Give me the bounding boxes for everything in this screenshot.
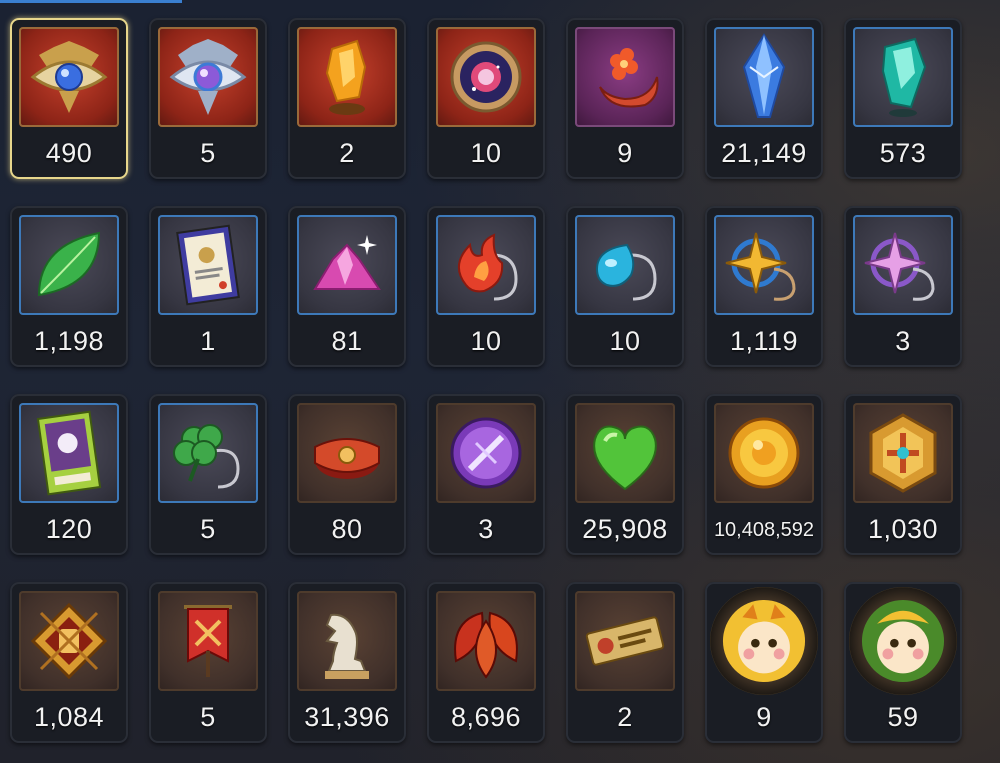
item-count: 81: [331, 326, 363, 356]
gold-star-pendant-icon: [714, 215, 814, 315]
item-count: 573: [879, 138, 927, 168]
inventory-item[interactable]: 1,119: [705, 206, 823, 367]
inventory-item[interactable]: 10: [566, 206, 684, 367]
clover-pendant-icon: [158, 403, 258, 503]
green-ticket-card-icon: [19, 403, 119, 503]
item-count: 9: [617, 138, 633, 168]
inventory-item[interactable]: 573: [844, 18, 962, 179]
inventory-item[interactable]: 10: [427, 18, 545, 179]
inventory-item[interactable]: 5: [149, 394, 267, 555]
item-count: 1,084: [33, 702, 105, 732]
item-count: 8,696: [450, 702, 522, 732]
item-count: 490: [45, 138, 93, 168]
blue-crystal-icon: [714, 27, 814, 127]
green-leaf-icon: [19, 215, 119, 315]
inventory-item[interactable]: 1,198: [10, 206, 128, 367]
certificate-card-icon: [158, 215, 258, 315]
item-count: 31,396: [304, 702, 390, 732]
inventory-item[interactable]: 9: [566, 18, 684, 179]
fire-pendant-icon: [436, 215, 536, 315]
red-leaves-icon: [436, 591, 536, 691]
inventory-item[interactable]: 3: [427, 394, 545, 555]
inventory-item[interactable]: 1: [149, 206, 267, 367]
cosmic-disc-icon: [436, 27, 536, 127]
item-count: 1,030: [867, 514, 939, 544]
amber-crystal-shard-icon: [297, 27, 397, 127]
red-banner-swords-icon: [158, 591, 258, 691]
fist-diamond-emblem-icon: [19, 591, 119, 691]
purple-sword-badge-icon: [436, 403, 536, 503]
gold-ticket-icon: [575, 591, 675, 691]
yellow-cookie-portrait-icon: [710, 587, 818, 695]
item-count: 2: [617, 702, 633, 732]
inventory-item[interactable]: 59: [844, 582, 962, 743]
item-count: 1,198: [33, 326, 105, 356]
green-cookie-portrait-icon: [849, 587, 957, 695]
knight-chess-piece-icon: [297, 591, 397, 691]
item-count: 10: [470, 138, 502, 168]
inventory-item[interactable]: 5: [149, 18, 267, 179]
inventory-item[interactable]: 21,149: [705, 18, 823, 179]
inventory-item[interactable]: 2: [566, 582, 684, 743]
item-count: 5: [200, 702, 216, 732]
inventory-item[interactable]: 10,408,592: [705, 394, 823, 555]
pink-crystal-cluster-icon: [297, 215, 397, 315]
item-count: 10: [609, 326, 641, 356]
gold-sun-coin-icon: [714, 403, 814, 503]
item-count: 5: [200, 138, 216, 168]
item-count: 120: [45, 514, 93, 544]
inventory-item[interactable]: 2: [288, 18, 406, 179]
item-count: 3: [895, 326, 911, 356]
item-count: 21,149: [721, 138, 807, 168]
item-count: 1,119: [729, 326, 799, 356]
item-count: 1: [200, 326, 216, 356]
item-count: 10,408,592: [713, 519, 815, 541]
inventory-item[interactable]: 25,908: [566, 394, 684, 555]
gold-hexagon-emblem-icon: [853, 403, 953, 503]
top-accent-bar: [0, 0, 182, 3]
inventory-item[interactable]: 490: [10, 18, 128, 179]
inventory-item[interactable]: 80: [288, 394, 406, 555]
item-count: 10: [470, 326, 502, 356]
red-bracelet-icon: [297, 403, 397, 503]
inventory-item[interactable]: 1,084: [10, 582, 128, 743]
golden-eye-crest-icon: [19, 27, 119, 127]
inventory-item[interactable]: 81: [288, 206, 406, 367]
item-count: 2: [339, 138, 355, 168]
crescent-flower-charm-icon: [575, 27, 675, 127]
inventory-item[interactable]: 5: [149, 582, 267, 743]
pink-star-pendant-icon: [853, 215, 953, 315]
item-count: 3: [478, 514, 494, 544]
item-count: 9: [756, 702, 772, 732]
inventory-item[interactable]: 10: [427, 206, 545, 367]
item-count: 80: [331, 514, 363, 544]
inventory-item[interactable]: 1,030: [844, 394, 962, 555]
green-heart-icon: [575, 403, 675, 503]
item-count: 25,908: [582, 514, 668, 544]
inventory-item[interactable]: 120: [10, 394, 128, 555]
inventory-item[interactable]: 31,396: [288, 582, 406, 743]
silver-eye-crest-icon: [158, 27, 258, 127]
inventory-item[interactable]: 8,696: [427, 582, 545, 743]
inventory-item[interactable]: 9: [705, 582, 823, 743]
item-count: 59: [887, 702, 919, 732]
inventory-item[interactable]: 3: [844, 206, 962, 367]
teal-crystal-shard-icon: [853, 27, 953, 127]
water-drop-pendant-icon: [575, 215, 675, 315]
item-count: 5: [200, 514, 216, 544]
